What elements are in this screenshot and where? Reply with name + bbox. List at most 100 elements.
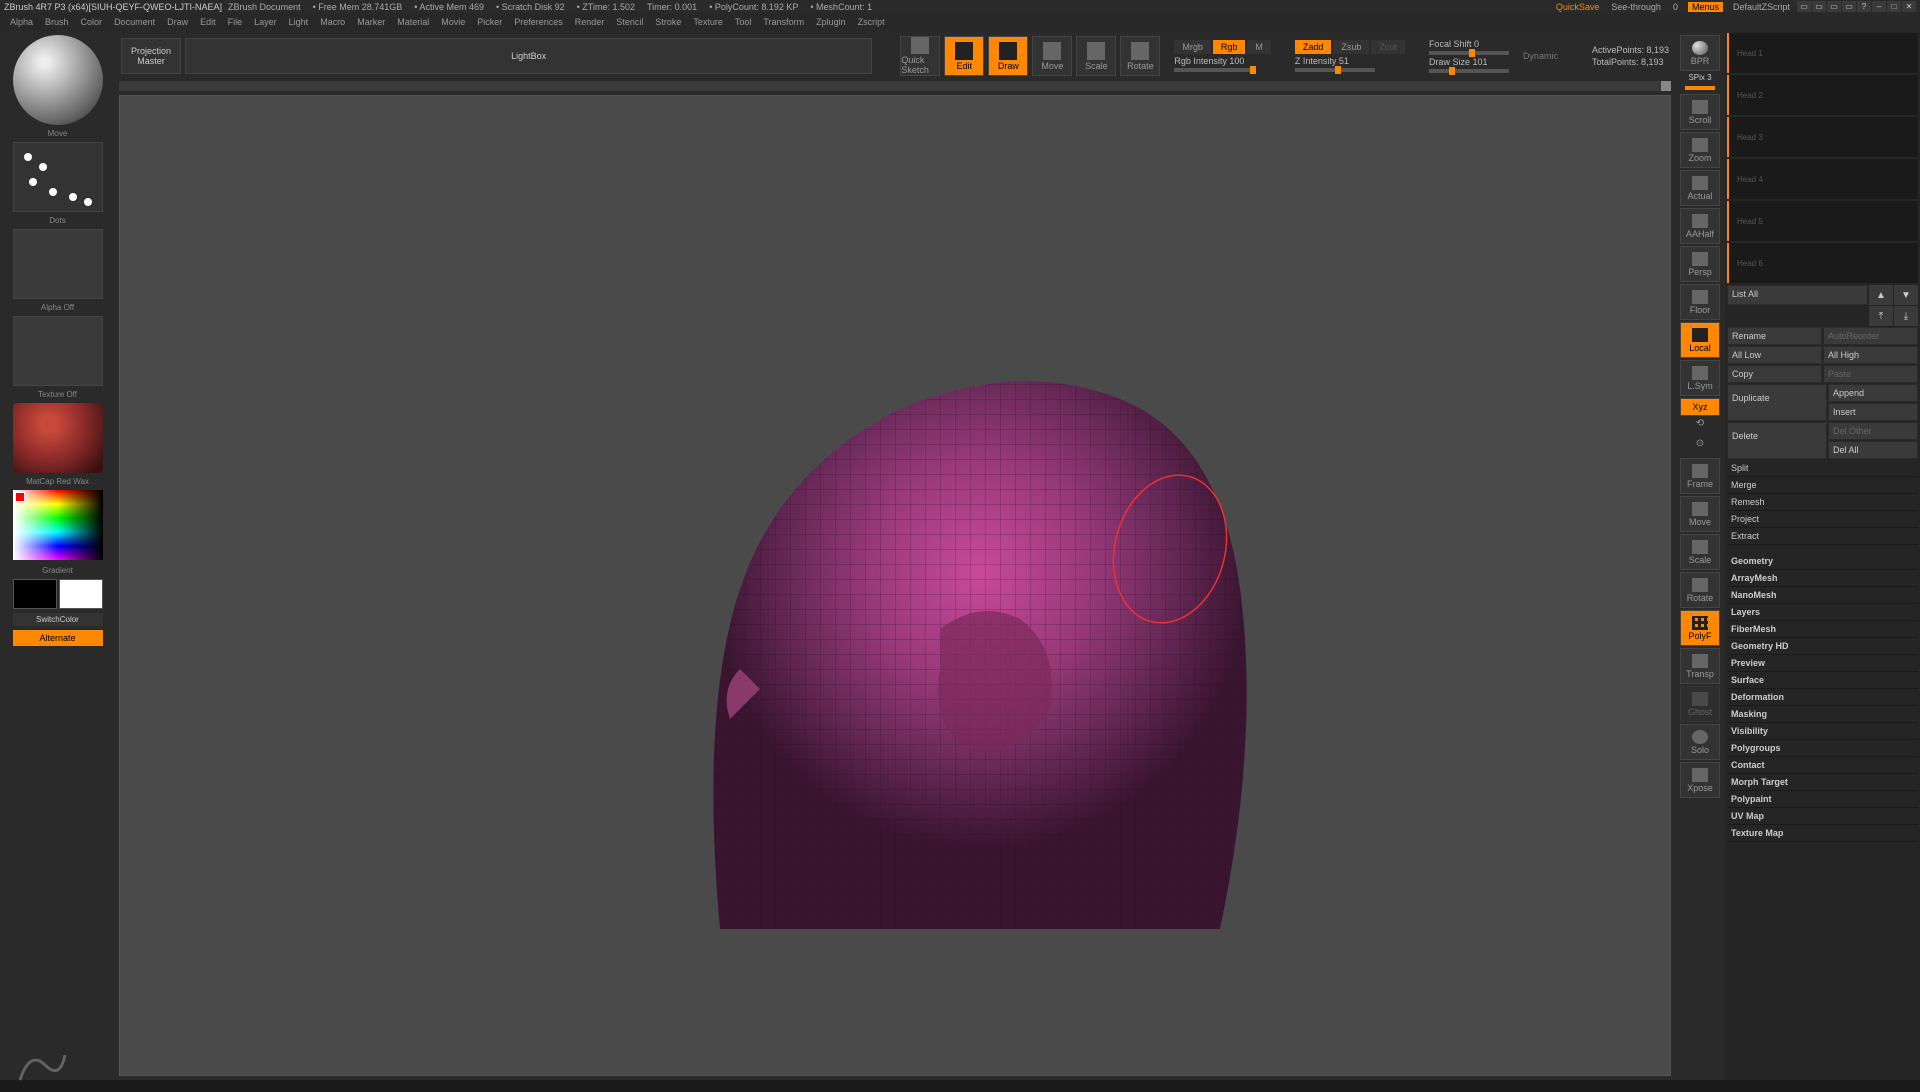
persp-button[interactable]: Persp: [1680, 246, 1720, 282]
focal-knob[interactable]: [1469, 49, 1475, 57]
secondary-color-swatch[interactable]: [13, 579, 57, 609]
split-section[interactable]: Split: [1727, 460, 1918, 477]
movedown2-button[interactable]: ⤓: [1894, 306, 1918, 326]
z-intensity-slider[interactable]: Z Intensity 51: [1295, 56, 1349, 66]
ghost-button[interactable]: Ghost: [1680, 686, 1720, 722]
scale-button[interactable]: Scale: [1076, 36, 1116, 76]
subtool-item[interactable]: Head 5: [1727, 201, 1918, 241]
delother-button[interactable]: Del Other: [1828, 422, 1918, 440]
delall-button[interactable]: Del All: [1828, 441, 1918, 459]
z-intensity-knob[interactable]: [1335, 66, 1341, 74]
menu-material[interactable]: Material: [391, 17, 435, 27]
subtool-item[interactable]: Head 6: [1727, 243, 1918, 283]
draw-size-slider[interactable]: Draw Size 101: [1429, 57, 1488, 67]
fibermesh-section[interactable]: FiberMesh: [1727, 621, 1918, 638]
duplicate-button[interactable]: Duplicate: [1727, 384, 1827, 421]
spix-slider[interactable]: [1685, 86, 1715, 90]
moveup-button[interactable]: ▲: [1869, 285, 1893, 305]
texture-preview[interactable]: [13, 316, 103, 386]
menu-tool[interactable]: Tool: [729, 17, 758, 27]
frame-button[interactable]: Frame: [1680, 458, 1720, 494]
lightbox-button[interactable]: LightBox: [185, 38, 872, 74]
material-preview[interactable]: [13, 403, 103, 473]
aahalf-button[interactable]: AAHalf: [1680, 208, 1720, 244]
menu-color[interactable]: Color: [75, 17, 109, 27]
moveup2-button[interactable]: ⤒: [1869, 306, 1893, 326]
rrotate-button[interactable]: Rotate: [1680, 572, 1720, 608]
stroke-preview[interactable]: [13, 142, 103, 212]
nanomesh-section[interactable]: NanoMesh: [1727, 587, 1918, 604]
allhigh-button[interactable]: All High: [1823, 346, 1918, 364]
menu-edit[interactable]: Edit: [194, 17, 222, 27]
local-button[interactable]: Local: [1680, 322, 1720, 358]
menu-movie[interactable]: Movie: [435, 17, 471, 27]
lsym-button[interactable]: L.Sym: [1680, 360, 1720, 396]
menu-stencil[interactable]: Stencil: [610, 17, 649, 27]
extract-section[interactable]: Extract: [1727, 528, 1918, 545]
polypaint-section[interactable]: Polypaint: [1727, 791, 1918, 808]
menu-macro[interactable]: Macro: [314, 17, 351, 27]
projection-master-button[interactable]: Projection Master: [121, 38, 181, 74]
rotate-button[interactable]: Rotate: [1120, 36, 1160, 76]
surface-section[interactable]: Surface: [1727, 672, 1918, 689]
rscale-button[interactable]: Scale: [1680, 534, 1720, 570]
menu-zscript[interactable]: Zscript: [852, 17, 891, 27]
layout3-button[interactable]: ▭: [1827, 1, 1841, 12]
minimize-button[interactable]: –: [1872, 1, 1886, 12]
uvmap-section[interactable]: UV Map: [1727, 808, 1918, 825]
paste-button[interactable]: Paste: [1823, 365, 1918, 383]
delete-button[interactable]: Delete: [1727, 422, 1827, 459]
menu-alpha[interactable]: Alpha: [4, 17, 39, 27]
menu-marker[interactable]: Marker: [351, 17, 391, 27]
morphtarget-section[interactable]: Morph Target: [1727, 774, 1918, 791]
xpose-button[interactable]: Xpose: [1680, 762, 1720, 798]
menu-layer[interactable]: Layer: [248, 17, 283, 27]
arraymesh-section[interactable]: ArrayMesh: [1727, 570, 1918, 587]
actual-button[interactable]: Actual: [1680, 170, 1720, 206]
dynamic-label[interactable]: Dynamic: [1523, 51, 1558, 61]
movedown-button[interactable]: ▼: [1894, 285, 1918, 305]
alpha-preview[interactable]: [13, 229, 103, 299]
floor-button[interactable]: Floor: [1680, 284, 1720, 320]
layers-section[interactable]: Layers: [1727, 604, 1918, 621]
brush-preview[interactable]: [13, 35, 103, 125]
xyz-button[interactable]: Xyz: [1680, 398, 1720, 416]
rgb-button[interactable]: Rgb: [1213, 40, 1246, 54]
focal-shift-slider[interactable]: Focal Shift 0: [1429, 39, 1479, 49]
subtool-item[interactable]: Head 4: [1727, 159, 1918, 199]
solo-button[interactable]: Solo: [1680, 724, 1720, 760]
zadd-button[interactable]: Zadd: [1295, 40, 1332, 54]
drawsize-knob[interactable]: [1449, 67, 1455, 75]
listall-button[interactable]: List All: [1727, 285, 1868, 305]
bpr-button[interactable]: BPR: [1680, 35, 1720, 71]
insert-button[interactable]: Insert: [1828, 403, 1918, 421]
rgb-intensity-slider[interactable]: Rgb Intensity 100: [1174, 56, 1244, 66]
menu-file[interactable]: File: [222, 17, 249, 27]
defaultscript-button[interactable]: DefaultZScript: [1733, 2, 1790, 12]
merge-section[interactable]: Merge: [1727, 477, 1918, 494]
layout1-button[interactable]: ▭: [1797, 1, 1811, 12]
masking-section[interactable]: Masking: [1727, 706, 1918, 723]
subtool-item[interactable]: Head 3: [1727, 117, 1918, 157]
copy-button[interactable]: Copy: [1727, 365, 1822, 383]
scroll-button[interactable]: Scroll: [1680, 94, 1720, 130]
switchcolor-button[interactable]: SwitchColor: [13, 613, 103, 626]
zsub-button[interactable]: Zsub: [1333, 40, 1369, 54]
menu-render[interactable]: Render: [569, 17, 611, 27]
zoom-button[interactable]: Zoom: [1680, 132, 1720, 168]
center-toggle[interactable]: ⊙: [1696, 438, 1704, 456]
menu-light[interactable]: Light: [283, 17, 315, 27]
draw-button[interactable]: Draw: [988, 36, 1028, 76]
timeline-scrub[interactable]: [1661, 81, 1671, 91]
help-button[interactable]: ?: [1857, 1, 1871, 12]
mrgb-button[interactable]: Mrgb: [1174, 40, 1211, 54]
zcut-button[interactable]: Zcut: [1371, 40, 1405, 54]
menu-draw[interactable]: Draw: [161, 17, 194, 27]
spix-label[interactable]: SPix 3: [1688, 73, 1711, 82]
close-button[interactable]: ✕: [1902, 1, 1916, 12]
layout2-button[interactable]: ▭: [1812, 1, 1826, 12]
geometry-section[interactable]: Geometry: [1727, 553, 1918, 570]
move-button[interactable]: Move: [1032, 36, 1072, 76]
m-button[interactable]: M: [1247, 40, 1271, 54]
menu-stroke[interactable]: Stroke: [649, 17, 687, 27]
